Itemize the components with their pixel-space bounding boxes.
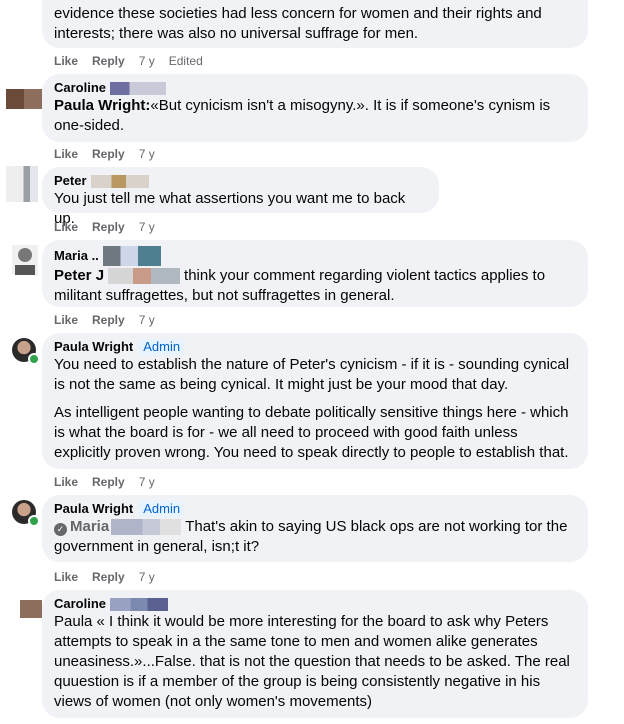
- avatar[interactable]: [12, 245, 38, 275]
- avatar[interactable]: [20, 600, 42, 618]
- like-button[interactable]: Like: [54, 312, 78, 328]
- comment-bubble: Paula Wright Admin ✓ Maria That's akin to …: [42, 495, 588, 562]
- comment-actions: Like Reply 7 y: [54, 569, 169, 585]
- comment-text: Peter Jthink your comment regarding viol…: [54, 267, 546, 304]
- mention-link[interactable]: Peter J: [54, 267, 104, 284]
- timestamp[interactable]: 7 y: [139, 53, 155, 69]
- author-name[interactable]: Paula Wright: [54, 501, 133, 517]
- redaction-blur: [102, 246, 161, 266]
- reply-button[interactable]: Reply: [92, 312, 125, 328]
- comment-actions: Like Reply 7 y Edited: [54, 53, 203, 69]
- like-button[interactable]: Like: [54, 569, 78, 585]
- timestamp[interactable]: 7 y: [139, 146, 155, 162]
- comment-author[interactable]: Peter: [54, 173, 427, 189]
- like-button[interactable]: Like: [54, 53, 78, 69]
- comment-author[interactable]: Paula Wright Admin: [54, 339, 576, 355]
- comment-author[interactable]: Maria ..: [54, 246, 576, 266]
- timestamp[interactable]: 7 y: [139, 312, 155, 328]
- admin-badge[interactable]: Admin: [139, 339, 185, 355]
- timestamp[interactable]: 7 y: [139, 474, 155, 490]
- person-icon: [12, 245, 38, 275]
- comment-text: evidence these societies had less concer…: [54, 5, 542, 42]
- redaction-blur: [110, 81, 167, 95]
- mention-link[interactable]: Maria: [70, 518, 109, 535]
- edited-label: Edited: [168, 54, 203, 68]
- reply-button[interactable]: Reply: [92, 146, 125, 162]
- reply-button[interactable]: Reply: [92, 474, 125, 490]
- redaction-blur: [108, 268, 181, 285]
- comment-text: You need to establish the nature of Pete…: [54, 355, 576, 463]
- comment-author[interactable]: Caroline: [54, 80, 576, 96]
- author-name[interactable]: Maria ..: [54, 248, 99, 264]
- comment-paragraph: You need to establish the nature of Pete…: [54, 356, 570, 393]
- admin-badge[interactable]: Admin: [139, 501, 185, 517]
- comment-bubble: Paula Wright Admin You need to establish…: [42, 333, 588, 469]
- redaction-blur: [110, 597, 169, 611]
- comment-actions: Like Reply 7 y: [54, 312, 169, 328]
- like-button[interactable]: Like: [54, 219, 78, 235]
- online-status-dot: [28, 353, 40, 365]
- comment-bubble: Maria .. Peter Jthink your comment regar…: [42, 240, 588, 307]
- redaction-blur: [111, 519, 182, 536]
- online-status-dot: [28, 515, 40, 527]
- avatar[interactable]: [6, 89, 42, 109]
- like-button[interactable]: Like: [54, 474, 78, 490]
- reply-button[interactable]: Reply: [92, 219, 125, 235]
- comment-paragraph: As intelligent people wanting to debate …: [54, 404, 569, 461]
- comment-bubble: Peter You just tell me what assertions y…: [42, 167, 439, 227]
- comment-text: ✓ Maria That's akin to saying US black ops…: [54, 518, 568, 555]
- comment-bubble: Caroline Paula Wright:«But cynicism isn'…: [42, 74, 588, 142]
- comment-author[interactable]: Paula Wright Admin: [54, 501, 576, 517]
- timestamp[interactable]: 7 y: [139, 569, 155, 585]
- comment-author[interactable]: Caroline: [54, 596, 576, 612]
- comment-bubble: evidence these societies had less concer…: [42, 0, 588, 48]
- comment-text: Paula Wright:«But cynicism isn't a misog…: [54, 97, 551, 134]
- comment-bubble: Caroline Paula « I think it would be mor…: [42, 590, 588, 718]
- author-name[interactable]: Caroline: [54, 596, 106, 612]
- comment-text: Paula « I think it would be more interes…: [54, 613, 570, 710]
- avatar[interactable]: [6, 166, 38, 202]
- author-name[interactable]: Peter: [54, 173, 87, 189]
- comment-actions: Like Reply 7 y: [54, 219, 169, 235]
- reply-button[interactable]: Reply: [92, 53, 125, 69]
- author-name[interactable]: Paula Wright: [54, 339, 133, 355]
- check-circle-icon: ✓: [54, 523, 67, 536]
- author-name[interactable]: Caroline: [54, 80, 106, 96]
- reply-button[interactable]: Reply: [92, 569, 125, 585]
- comment-actions: Like Reply 7 y: [54, 474, 169, 490]
- redaction-blur: [90, 174, 149, 188]
- comment-actions: Like Reply 7 y: [54, 146, 169, 162]
- like-button[interactable]: Like: [54, 146, 78, 162]
- mention-link[interactable]: Paula Wright:: [54, 97, 150, 114]
- timestamp[interactable]: 7 y: [139, 219, 155, 235]
